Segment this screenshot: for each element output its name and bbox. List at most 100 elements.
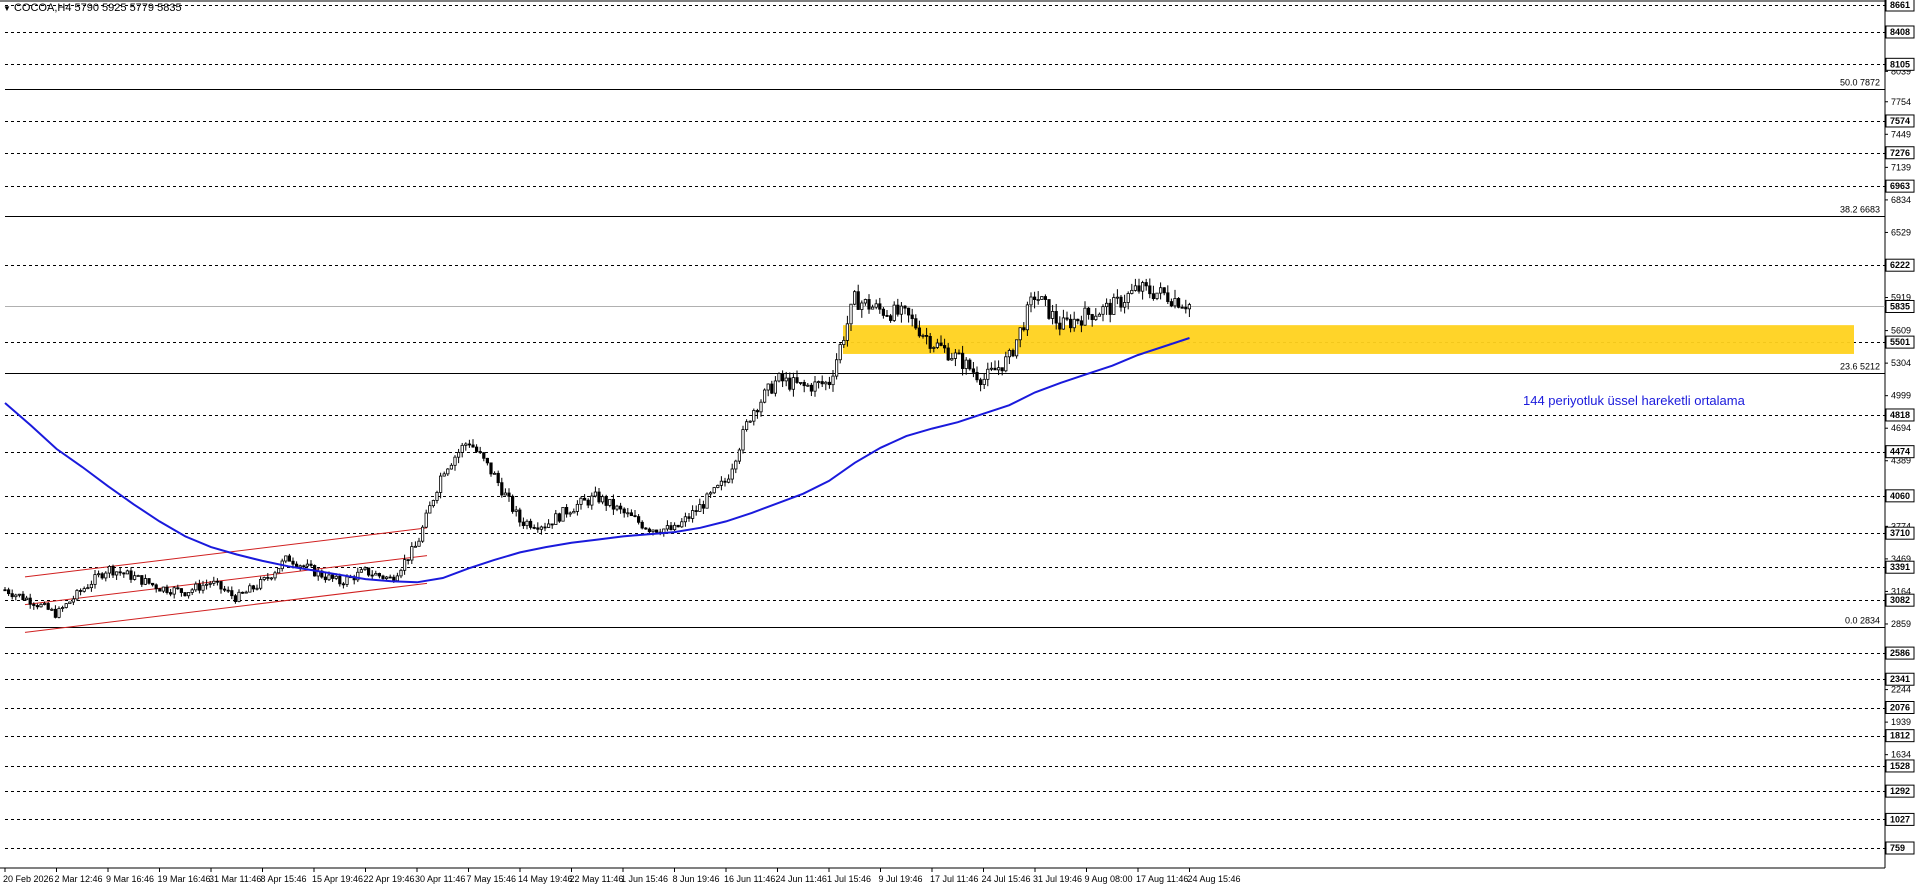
candle-body (748, 420, 752, 423)
candle-body (413, 545, 418, 548)
candle-body (799, 381, 803, 384)
candle-body (1090, 314, 1094, 321)
candle-body (647, 528, 652, 533)
time-tick-label: 31 Mar 11:46 (209, 874, 261, 884)
candle-body (258, 579, 263, 589)
price-tick-label: 7139 (1891, 162, 1911, 172)
candle-body (863, 299, 868, 304)
candle-body (719, 480, 724, 486)
candle-body (1000, 367, 1004, 372)
candle-body (997, 367, 1001, 371)
price-level-label: 4060 (1890, 491, 1910, 501)
price-tick-label: 4999 (1891, 391, 1911, 401)
price-level-label: 2076 (1890, 703, 1910, 713)
candle-body (212, 580, 216, 584)
time-tick-label: 9 Aug 08:00 (1085, 874, 1133, 884)
chart-header: ▼ COCOA,H4 5790 5925 5779 5835 (3, 2, 182, 14)
candle-body (575, 503, 580, 512)
candle-body (298, 565, 302, 568)
candle-body (543, 526, 547, 529)
candle-body (302, 565, 306, 568)
candle-body (291, 560, 295, 565)
time-tick-label: 9 Mar 16:46 (106, 874, 154, 884)
candle-body (730, 468, 734, 480)
candle-body (305, 563, 310, 567)
candle-body (446, 468, 450, 475)
candle-body (845, 323, 850, 341)
time-tick-label: 31 Jul 19:46 (1033, 874, 1082, 884)
collapse-triangle-icon[interactable]: ▼ (3, 4, 11, 13)
price-level-label: 8661 (1890, 0, 1910, 10)
candle-body (104, 572, 108, 579)
time-tick-label: 24 Aug 15:46 (1188, 874, 1241, 884)
candle-body (172, 587, 176, 595)
candle-body (939, 342, 943, 346)
candle-body (244, 591, 248, 594)
candle-body (881, 308, 886, 316)
time-tick-label: 20 Feb 2026 (3, 874, 54, 884)
candle-body (226, 589, 230, 592)
candle-body (7, 589, 11, 595)
ema-144-line[interactable] (4, 337, 1190, 584)
candle-body (1022, 327, 1026, 331)
price-level-label: 1812 (1890, 731, 1910, 741)
price-tick-label: 7754 (1891, 97, 1911, 107)
candle-body (140, 575, 144, 585)
candle-body (118, 571, 122, 574)
candle-body (323, 576, 328, 581)
candle-body (1108, 302, 1112, 315)
candle-body (691, 510, 695, 519)
price-level-label: 3082 (1890, 595, 1910, 605)
candle-body (330, 574, 335, 579)
price-tick-label: 1634 (1891, 750, 1911, 760)
candle-body (431, 500, 436, 507)
candle-body (791, 377, 796, 390)
candle-body (424, 512, 428, 528)
candle-body (561, 507, 565, 522)
price-chart[interactable]: 50.0 787238.2 668323.6 52120.0 2834 8039… (0, 0, 1916, 888)
candle-body (867, 299, 871, 310)
candle-body (539, 526, 544, 530)
candle-body (712, 487, 716, 494)
candle-body (262, 577, 266, 580)
candle-body (21, 593, 25, 601)
candle-body (428, 505, 432, 514)
candle-body (435, 492, 439, 501)
candle-body (467, 443, 472, 446)
candle-body (115, 571, 119, 576)
price-level-label: 759 (1890, 843, 1905, 853)
candle-body (914, 318, 918, 329)
candle-body (143, 578, 147, 585)
candle-body (1166, 292, 1170, 302)
candle-body (971, 368, 976, 373)
support-zone[interactable] (843, 325, 1854, 354)
candle-body (874, 303, 878, 308)
candle-body (921, 335, 925, 337)
candle-body (1187, 304, 1191, 310)
candle-body (97, 573, 101, 576)
candle-body (525, 520, 529, 527)
price-tick-label: 5304 (1891, 358, 1911, 368)
candle-body (795, 377, 799, 383)
price-tick-label: 6834 (1891, 195, 1911, 205)
candle-body (460, 444, 464, 453)
candle-body (1087, 307, 1091, 315)
candle-body (583, 497, 587, 501)
candle-body (802, 381, 806, 387)
candle-body (507, 492, 511, 497)
candle-body (327, 574, 331, 581)
candle-body (388, 576, 392, 579)
candle-body (1058, 322, 1062, 330)
candle-body (701, 504, 706, 509)
candle-body (597, 491, 601, 503)
candle-body (745, 421, 749, 430)
candle-body (287, 555, 292, 562)
price-level-label: 2341 (1890, 674, 1910, 684)
candle-body (676, 524, 680, 528)
candle-body (766, 383, 770, 391)
candle-body (1065, 317, 1069, 320)
price-level-label: 7574 (1890, 116, 1910, 126)
candle-body (284, 555, 288, 562)
candle-body (1011, 350, 1015, 357)
candle-body (608, 498, 612, 506)
